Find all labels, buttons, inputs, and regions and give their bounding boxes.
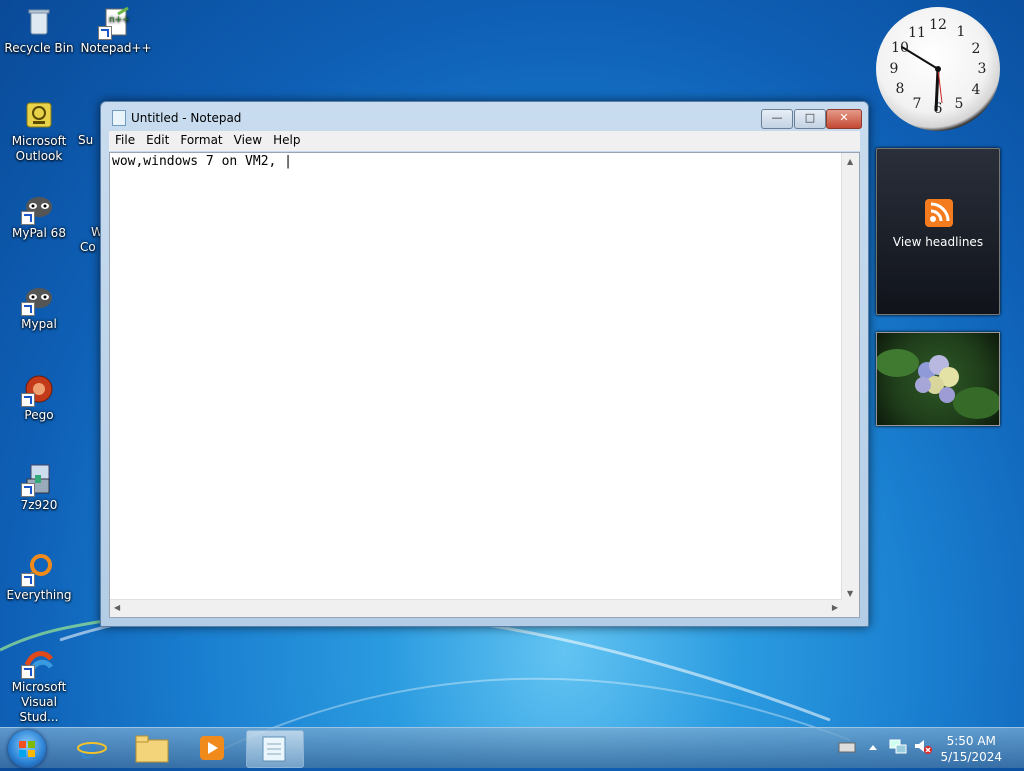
clock-gadget[interactable]: 12 1 2 3 4 5 6 7 8 9 10 11 <box>876 7 1000 131</box>
raccoon-icon <box>21 191 55 225</box>
everything-icon <box>21 553 55 587</box>
hidden-icon-label-co: Co <box>80 240 96 254</box>
maximize-button[interactable]: □ <box>794 109 826 129</box>
svg-text:e: e <box>80 732 97 765</box>
scrollbar-corner <box>842 600 859 617</box>
desktop-icon-label: Microsoft Outlook <box>11 134 67 163</box>
keyboard-icon[interactable] <box>838 738 856 756</box>
desktop-icon-mypal68[interactable]: MyPal 68 <box>1 191 77 241</box>
desktop-icon-label: Notepad++ <box>80 41 152 55</box>
desktop-icon-label: Pego <box>24 408 54 422</box>
desktop-icon-label: MyPal 68 <box>12 226 66 240</box>
tray-date: 5/15/2024 <box>940 750 1002 764</box>
desktop-icon-mypal[interactable]: Mypal <box>1 282 77 332</box>
volume-muted-icon[interactable] <box>912 736 934 756</box>
close-icon: ✕ <box>839 111 849 124</box>
desktop-icon-everything[interactable]: Everything <box>1 553 77 603</box>
desktop-icon-7z920[interactable]: 7z920 <box>1 463 77 513</box>
desktop-icon-pego[interactable]: Pego <box>1 373 77 423</box>
shortcut-arrow-icon <box>21 302 35 316</box>
desktop-icon-notepadpp[interactable]: n++ Notepad++ <box>78 6 154 56</box>
maximize-icon: □ <box>804 111 816 124</box>
desktop-icon-visual-studio[interactable]: Microsoft Visual Stud... <box>1 645 77 725</box>
menu-edit[interactable]: Edit <box>140 131 174 147</box>
shortcut-arrow-icon <box>98 26 112 40</box>
menu-view[interactable]: View <box>228 131 267 147</box>
raccoon-icon <box>21 282 55 316</box>
window-title: Untitled - Notepad <box>131 111 242 125</box>
slideshow-gadget[interactable] <box>876 332 1000 426</box>
horizontal-scrollbar[interactable]: ◀ ▶ <box>110 599 842 617</box>
tray-clock[interactable]: 5:50 AM 5/15/2024 <box>940 733 1002 765</box>
notepad-app-icon <box>112 110 126 126</box>
minimize-button[interactable]: — <box>761 109 793 129</box>
clock-hands <box>901 46 943 112</box>
taskbar-media-player[interactable] <box>184 730 240 766</box>
scroll-right-arrow-icon[interactable]: ▶ <box>832 603 838 612</box>
internet-explorer-icon: e <box>77 732 107 765</box>
network-icon[interactable] <box>888 736 908 756</box>
close-button[interactable]: ✕ <box>826 109 862 129</box>
start-button[interactable] <box>8 730 46 768</box>
scroll-down-arrow-icon[interactable]: ▼ <box>847 589 853 598</box>
notepadpp-icon: n++ <box>98 6 132 40</box>
installer-icon <box>21 463 55 497</box>
outlook-icon <box>23 99 55 131</box>
show-hidden-icons-arrow-icon[interactable] <box>866 738 880 756</box>
tray-time: 5:50 AM <box>946 734 996 748</box>
svg-text:n++: n++ <box>109 15 130 25</box>
shortcut-arrow-icon <box>21 573 35 587</box>
visual-studio-icon <box>21 645 55 679</box>
media-player-icon <box>200 736 224 760</box>
folder-icon <box>135 735 169 763</box>
desktop-icon-label: 7z920 <box>20 498 58 512</box>
feed-label: View headlines <box>892 235 984 249</box>
scroll-up-arrow-icon[interactable]: ▲ <box>847 157 853 166</box>
minimize-icon: — <box>771 111 783 124</box>
desktop-icon-label: Mypal <box>21 317 57 331</box>
taskbar-internet-explorer[interactable]: e <box>64 730 120 766</box>
shortcut-arrow-icon <box>21 211 35 225</box>
desktop-icon-label: Microsoft Visual Stud... <box>11 680 67 724</box>
title-bar[interactable]: Untitled - Notepad — □ ✕ <box>101 102 868 130</box>
hidden-icon-label-su: Su <box>78 133 94 147</box>
pego-icon <box>21 373 55 407</box>
hydrangea-photo <box>877 349 999 419</box>
shortcut-arrow-icon <box>21 393 35 407</box>
vertical-scrollbar[interactable]: ▲ ▼ <box>841 153 859 600</box>
notepad-icon <box>262 736 286 762</box>
menu-format[interactable]: Format <box>174 131 227 147</box>
editor-text[interactable]: wow,windows 7 on VM2, | <box>112 154 292 169</box>
shortcut-arrow-icon <box>21 665 35 679</box>
taskbar-file-explorer[interactable] <box>124 730 180 766</box>
recycle-bin-icon <box>23 6 55 38</box>
taskbar: e 5:50 AM 5/15/2024 <box>0 727 1024 768</box>
shortcut-arrow-icon <box>21 483 35 497</box>
desktop-icon-label: Recycle Bin <box>4 41 74 55</box>
feed-headlines-gadget[interactable]: View headlines <box>876 148 1000 315</box>
desktop-icon-label: Everything <box>6 588 72 602</box>
menu-file[interactable]: File <box>109 131 140 147</box>
scroll-left-arrow-icon[interactable]: ◀ <box>114 603 120 612</box>
windows-logo-icon <box>19 741 35 757</box>
rss-icon <box>925 199 953 227</box>
taskbar-notepad[interactable] <box>246 730 304 768</box>
desktop-icon-recycle-bin[interactable]: Recycle Bin <box>1 6 77 56</box>
notepad-window[interactable]: Untitled - Notepad — □ ✕ File Edit Format V… <box>100 101 869 627</box>
desktop-icon-outlook[interactable]: Microsoft Outlook <box>1 99 77 164</box>
text-editor-area[interactable]: wow,windows 7 on VM2, | ▲ ▼ ◀ ▶ <box>109 152 860 618</box>
menu-bar: File Edit Format View Help <box>109 131 860 151</box>
menu-help[interactable]: Help <box>267 131 305 147</box>
